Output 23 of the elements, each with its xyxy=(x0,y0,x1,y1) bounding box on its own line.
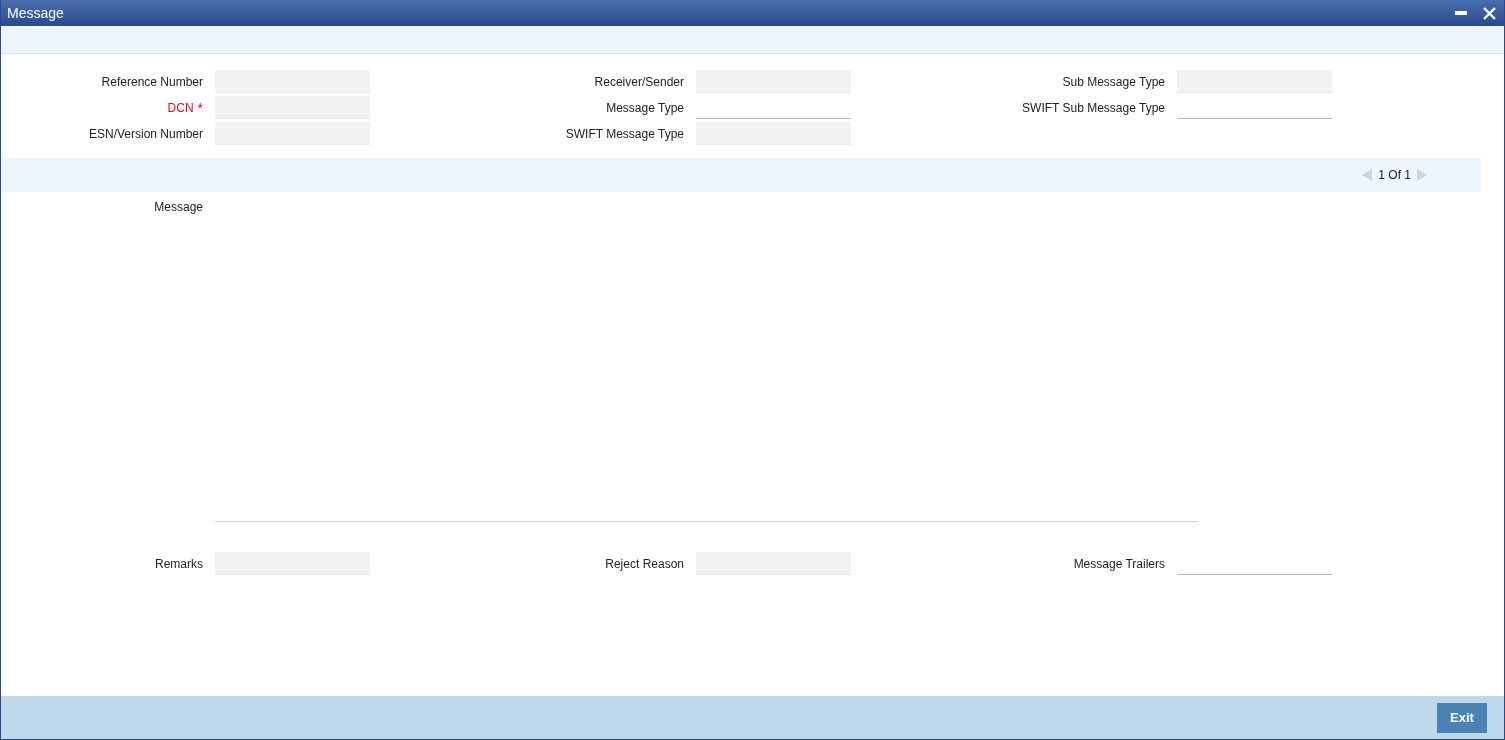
field-label: Remarks xyxy=(154,556,203,571)
page-indicator: 1 Of 1 xyxy=(1378,168,1411,182)
field-label: Receiver/Sender xyxy=(593,74,684,89)
left-arrow-icon xyxy=(1362,169,1373,181)
field-label: Reference Number xyxy=(100,74,203,89)
exit-button[interactable]: Exit xyxy=(1437,702,1487,733)
previous-button[interactable] xyxy=(1362,169,1373,181)
field-label: SWIFT Sub Message Type xyxy=(1021,100,1165,115)
field-label: Sub Message Type xyxy=(1061,74,1165,89)
field-label: Message xyxy=(153,200,203,216)
field-label: Reject Reason xyxy=(604,556,684,571)
right-arrow-icon xyxy=(1417,169,1427,181)
field-label: DCN xyxy=(167,100,194,115)
field-label: Message Trailers xyxy=(1072,556,1165,571)
field-label: Message Type xyxy=(605,100,684,115)
close-icon xyxy=(1482,6,1496,20)
window-title: Message xyxy=(7,5,65,21)
close-button[interactable] xyxy=(1482,6,1496,20)
field-label: SWIFT Message Type xyxy=(564,126,684,141)
field-label: ESN/Version Number xyxy=(87,126,203,141)
next-button[interactable] xyxy=(1417,169,1427,181)
minimize-icon xyxy=(1455,11,1467,15)
required-mark: * xyxy=(197,102,203,113)
